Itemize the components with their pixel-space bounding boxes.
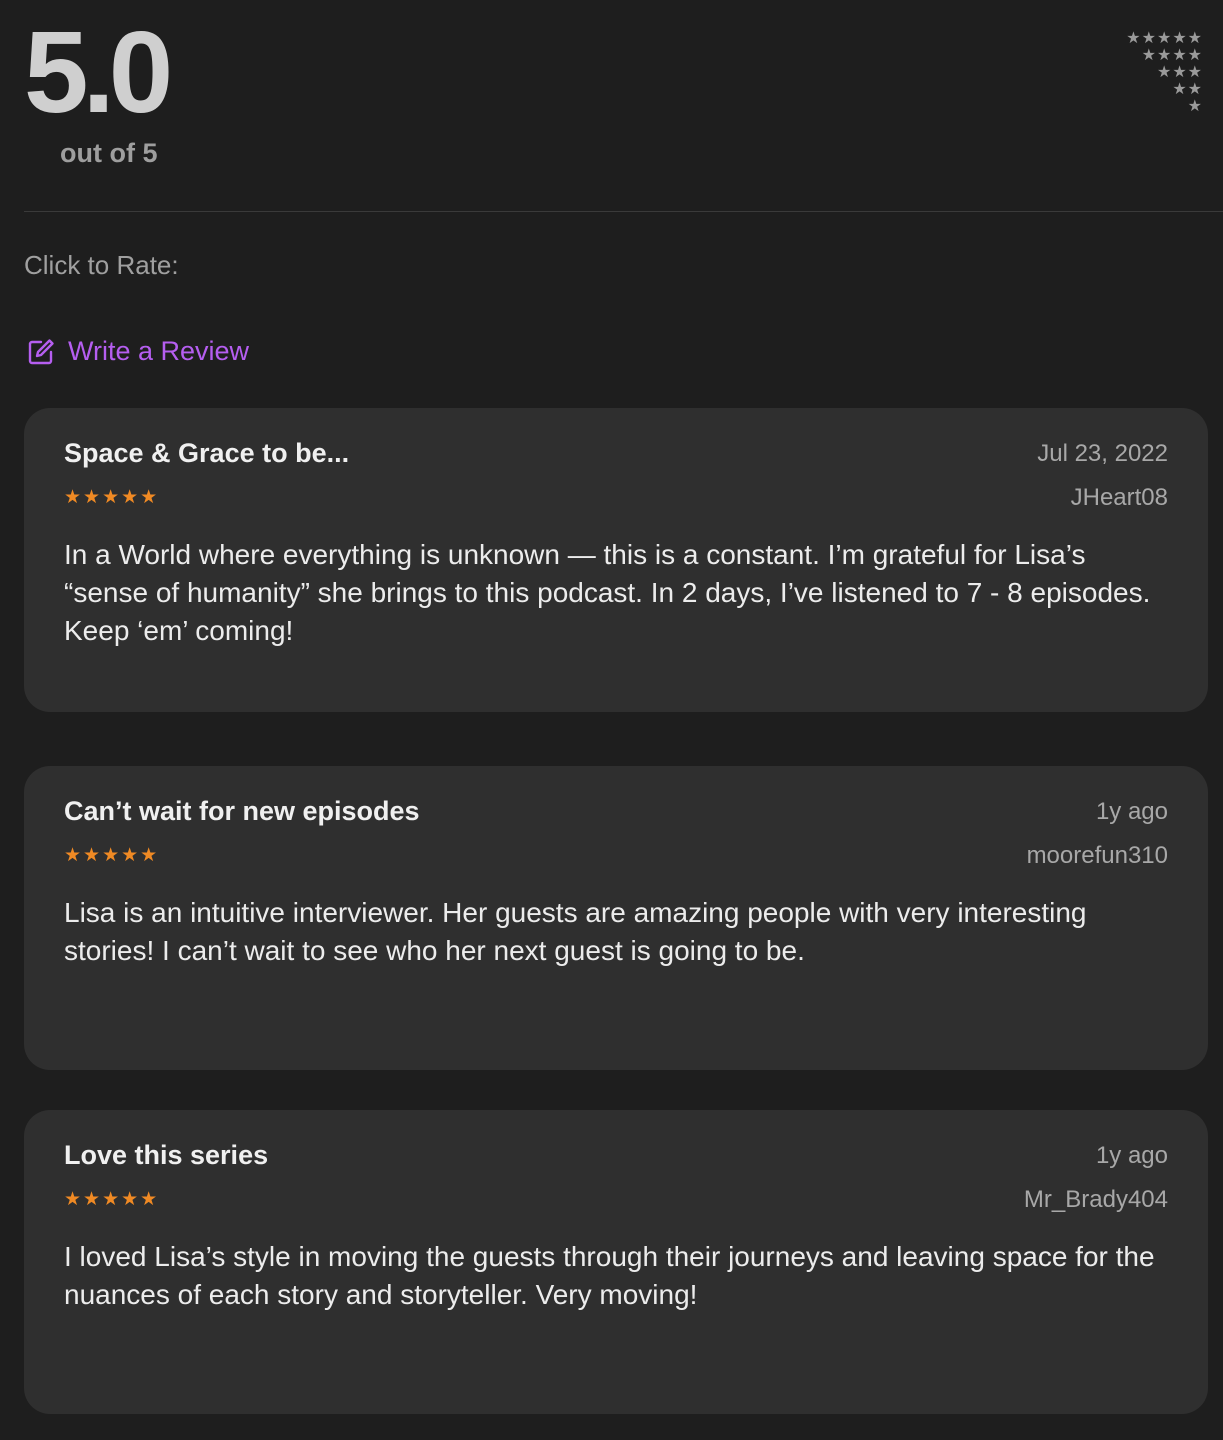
histogram-row-4-star-icon: ★★★★: [1141, 47, 1203, 64]
review-author: JHeart08: [1070, 484, 1168, 511]
review-stars-icon: ★★★★★: [64, 487, 160, 508]
compose-icon: [26, 337, 56, 367]
review-author: moorefun310: [1026, 842, 1168, 869]
rating-histogram: ★★★★★ ★★★★ ★★★ ★★ ★: [1093, 30, 1203, 115]
review-author: Mr_Brady404: [1023, 1186, 1168, 1213]
review-stars-icon: ★★★★★: [64, 1189, 160, 1210]
histogram-row-3-star-icon: ★★★: [1156, 64, 1203, 81]
review-body: Lisa is an intuitive interviewer. Her gu…: [64, 897, 1087, 966]
write-review-label: Write a Review: [68, 336, 250, 366]
histogram-row-2-star-icon: ★★: [1172, 81, 1203, 98]
review-title: Can’t wait for new episodes: [64, 796, 420, 826]
review-date: 1y ago: [1095, 1142, 1168, 1169]
review-card: Love this series 1y ago ★★★★★ Mr_Brady40…: [24, 1110, 1208, 1414]
review-date: Jul 23, 2022: [1037, 440, 1168, 467]
review-card: Space & Grace to be... Jul 23, 2022 ★★★★…: [24, 408, 1208, 712]
write-review-button[interactable]: Write a Review: [26, 336, 249, 367]
review-stars-icon: ★★★★★: [64, 845, 160, 866]
average-rating: 5.0: [24, 7, 173, 137]
review-body: I loved Lisa’s style in moving the guest…: [64, 1241, 1155, 1310]
review-date: 1y ago: [1095, 798, 1168, 825]
review-body: In a World where everything is unknown —…: [64, 539, 1151, 646]
divider: [24, 211, 1223, 212]
review-title: Love this series: [64, 1140, 269, 1170]
histogram-row-1-star-icon: ★: [1187, 98, 1203, 115]
review-title: Space & Grace to be...: [64, 438, 350, 468]
histogram-row-5-star-icon: ★★★★★: [1126, 30, 1203, 47]
review-card: Can’t wait for new episodes 1y ago ★★★★★…: [24, 766, 1208, 1070]
click-to-rate-label[interactable]: Click to Rate:: [24, 250, 179, 281]
out-of-label: out of 5: [60, 138, 158, 168]
